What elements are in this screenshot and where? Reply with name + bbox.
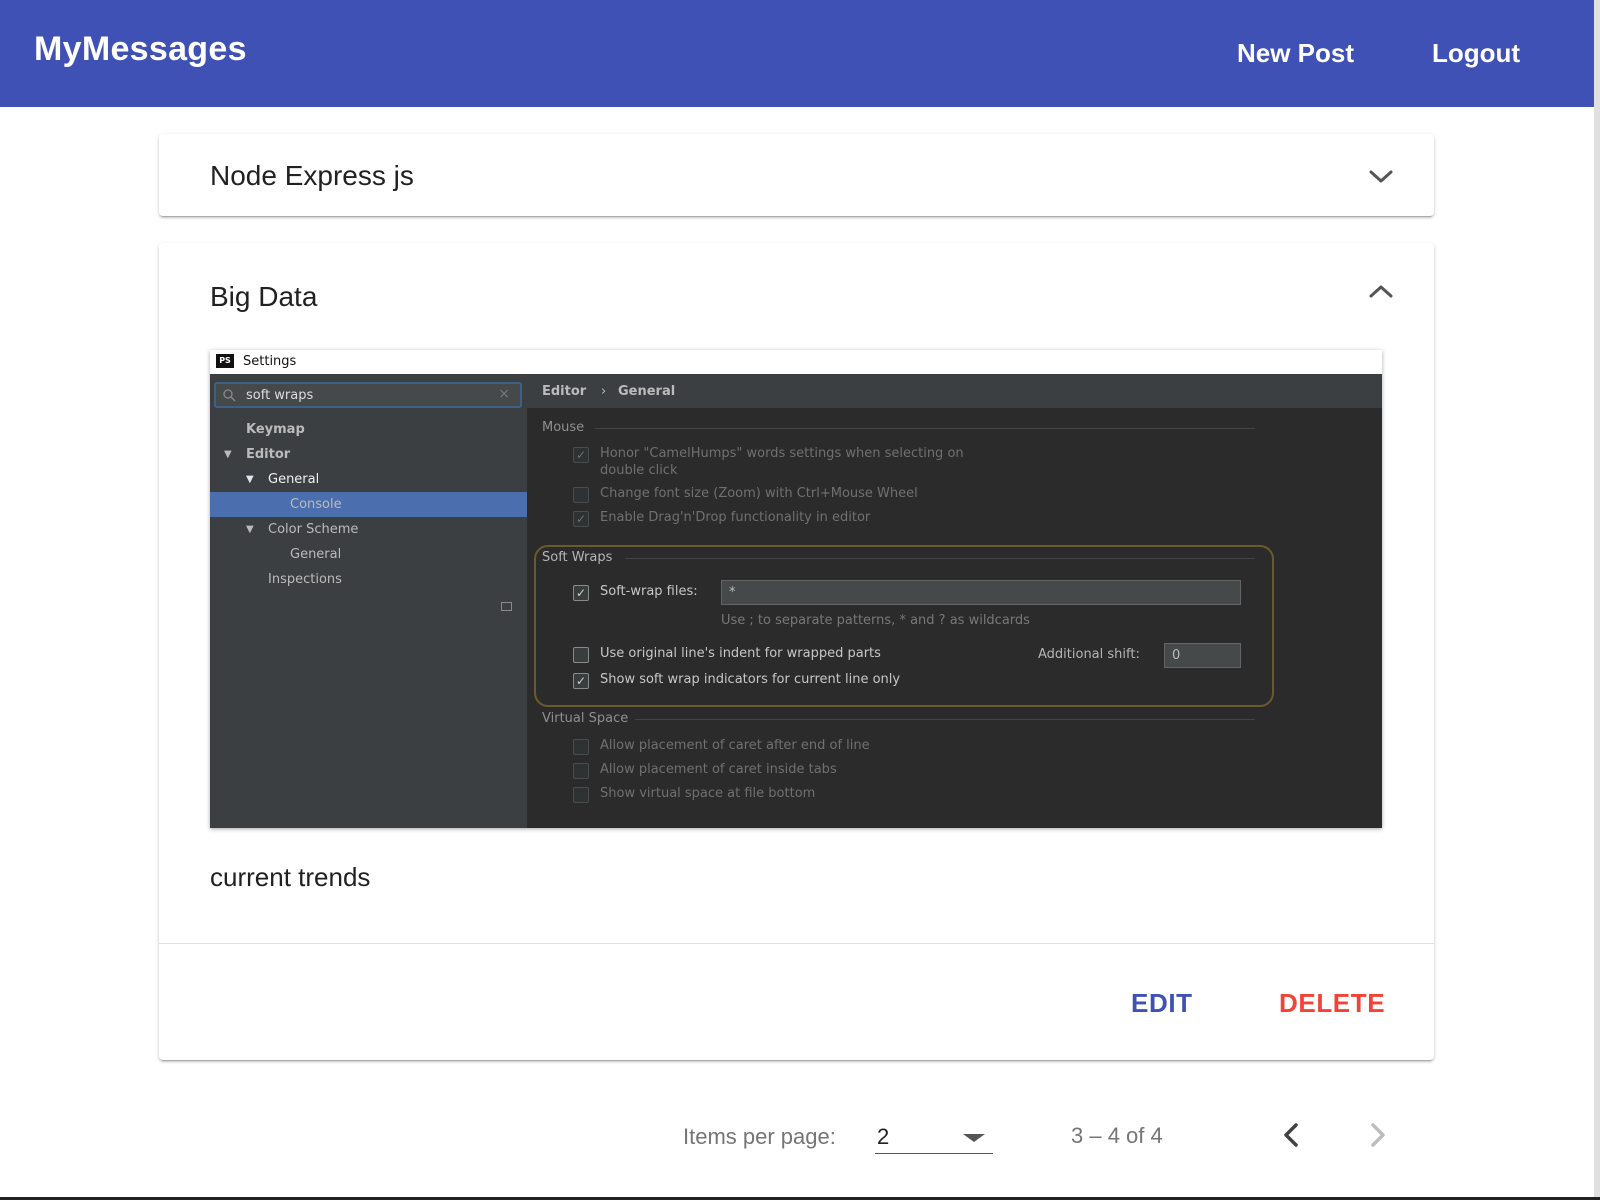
app-title[interactable]: MyMessages	[34, 30, 247, 69]
checkbox-checked-icon: ✓	[573, 585, 589, 601]
settings-tree-pane: soft wraps × Keymap ▼ Editor ▼ General C…	[210, 374, 527, 828]
section-mouse-label: Mouse	[542, 420, 585, 435]
breadcrumb-general: General	[618, 384, 676, 399]
additional-shift-field: 0	[1164, 643, 1241, 668]
delete-button[interactable]: DELETE	[1279, 988, 1385, 1019]
chevron-down-icon[interactable]	[1368, 169, 1394, 185]
soft-wrap-files-label: Soft-wrap files:	[600, 584, 698, 599]
checkbox-unchecked-icon	[573, 787, 589, 803]
search-icon	[223, 389, 236, 402]
edit-button[interactable]: EDIT	[1131, 988, 1193, 1019]
post-title: Big Data	[210, 281, 318, 312]
logout-link[interactable]: Logout	[1432, 38, 1520, 69]
additional-shift-label: Additional shift:	[1038, 647, 1140, 662]
tree-selection-highlight	[210, 492, 527, 517]
camel-humps-text-cont: double click	[600, 463, 678, 478]
expand-triangle-icon: ▼	[224, 449, 232, 460]
section-soft-wraps-label: Soft Wraps	[542, 550, 613, 565]
post-panel-big-data: Big Data PS Settings soft wraps × Keymap…	[159, 243, 1434, 1060]
caret-tabs-text: Allow placement of caret inside tabs	[600, 762, 837, 777]
settings-breadcrumb: Editor › General	[527, 374, 1382, 408]
settings-search-value: soft wraps	[246, 388, 314, 403]
checkbox-checked-icon: ✓	[573, 673, 589, 689]
drag-drop-text: Enable Drag'n'Drop functionality in edit…	[600, 510, 871, 525]
expand-triangle-icon: ▼	[246, 524, 254, 535]
section-divider	[635, 719, 1255, 720]
tree-item-keymap: Keymap	[246, 422, 305, 437]
tree-item-console: Console	[290, 497, 342, 512]
checkbox-unchecked-icon	[573, 763, 589, 779]
post-image: PS Settings soft wraps × Keymap ▼ Editor…	[210, 350, 1382, 828]
original-indent-text: Use original line's indent for wrapped p…	[600, 646, 881, 661]
next-page-button[interactable]	[1362, 1120, 1392, 1150]
settings-window-titlebar: PS Settings	[210, 350, 1382, 374]
page-range-label: 3 – 4 of 4	[1071, 1123, 1163, 1148]
dropdown-arrow-icon	[963, 1134, 985, 1142]
settings-search-box: soft wraps ×	[214, 382, 522, 408]
soft-wrap-files-field: *	[721, 580, 1241, 605]
top-toolbar: MyMessages New Post Logout	[0, 0, 1594, 107]
tree-item-color-general: General	[290, 547, 342, 562]
breadcrumb-separator-icon: ›	[601, 384, 607, 399]
wrap-indicators-text: Show soft wrap indicators for current li…	[600, 672, 901, 687]
settings-window-title: Settings	[243, 354, 297, 369]
clear-icon: ×	[498, 386, 510, 402]
tree-item-inspections: Inspections	[268, 572, 342, 587]
scrollbar-track[interactable]	[1594, 0, 1600, 1200]
post-panel-header[interactable]: Big Data	[159, 243, 1434, 325]
items-per-page-label: Items per page:	[683, 1124, 836, 1149]
post-title: Node Express js	[210, 160, 414, 191]
camel-humps-text: Honor "CamelHumps" words settings when s…	[600, 446, 964, 461]
pycharm-logo-icon: PS	[216, 354, 234, 368]
checkbox-unchecked-icon	[573, 487, 589, 503]
settings-content-pane: Editor › General Mouse ✓ Honor "CamelHum…	[527, 374, 1382, 828]
section-divider	[595, 428, 1255, 429]
checkbox-unchecked-icon	[573, 739, 589, 755]
tree-item-general: General	[268, 472, 320, 487]
paginator: Items per page: 2 3 – 4 of 4	[0, 1110, 1600, 1160]
page-size-select[interactable]: 2	[875, 1118, 993, 1154]
breadcrumb-editor: Editor	[542, 384, 587, 399]
page-size-value: 2	[877, 1124, 890, 1149]
checkbox-checked-icon: ✓	[573, 511, 589, 527]
file-bottom-text: Show virtual space at file bottom	[600, 786, 816, 801]
caret-eol-text: Allow placement of caret after end of li…	[600, 738, 870, 753]
chevron-up-icon[interactable]	[1368, 283, 1394, 299]
project-settings-icon	[501, 602, 512, 611]
checkbox-checked-icon: ✓	[573, 447, 589, 463]
previous-page-button[interactable]	[1277, 1120, 1307, 1150]
zoom-text: Change font size (Zoom) with Ctrl+Mouse …	[600, 486, 918, 501]
camel-humps-row-cont: double click	[600, 463, 678, 478]
soft-wrap-hint: Use ; to separate patterns, * and ? as w…	[721, 613, 1030, 628]
tree-item-editor: Editor	[246, 447, 291, 462]
section-virtual-space-label: Virtual Space	[542, 711, 629, 726]
post-content: current trends	[210, 862, 371, 892]
tree-item-color-scheme: Color Scheme	[268, 522, 359, 537]
action-row-divider	[159, 943, 1434, 944]
new-post-link[interactable]: New Post	[1237, 38, 1354, 69]
checkbox-unchecked-icon	[573, 647, 589, 663]
section-divider	[625, 558, 1255, 559]
post-panel-header[interactable]: Node Express js	[159, 134, 1434, 216]
post-panel-node-express: Node Express js	[159, 134, 1434, 216]
expand-triangle-icon: ▼	[246, 474, 254, 485]
